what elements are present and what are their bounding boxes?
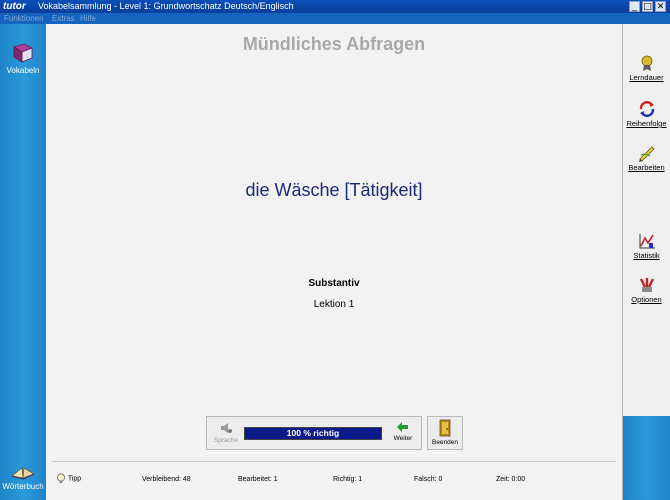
app-logo: tutor [3, 1, 26, 12]
toolbar-footer [623, 416, 670, 500]
minimize-button[interactable]: _ [629, 1, 640, 12]
status-edited: Bearbeitet: 1 [238, 476, 278, 483]
sidebar-item-label: Wörterbuch [2, 482, 44, 491]
toolbar-optionen[interactable]: Optionen [623, 276, 670, 304]
weiter-label: Weiter [393, 435, 413, 442]
page-title: Mündliches Abfragen [242, 34, 426, 54]
status-divider [52, 461, 616, 462]
book-icon [13, 43, 33, 63]
close-button[interactable]: ✕ [655, 1, 666, 12]
weiter-button[interactable]: Weiter [387, 421, 419, 442]
lightbulb-icon [57, 473, 65, 483]
beenden-label: Beenden [431, 439, 459, 446]
toolbar-label: Lerndauer [629, 73, 664, 82]
left-sidebar: Vokabeln Wörterbuch [0, 24, 46, 500]
word-type: Substantiv [308, 278, 360, 289]
cycle-arrows-icon [639, 101, 654, 117]
lesson-label: Lektion 1 [313, 299, 355, 310]
control-panel: Sprache 100 % richtig Weiter [206, 416, 422, 450]
chart-icon [639, 234, 655, 249]
maximize-button[interactable]: □ [642, 1, 653, 12]
arrow-left-icon [397, 422, 408, 432]
toolbar-bearbeiten[interactable]: Bearbeiten [623, 144, 670, 172]
title-bar: tutor Vokabelsammlung - Level 1: Grundwo… [0, 0, 670, 13]
window-title: Vokabelsammlung - Level 1: Grundwortscha… [38, 1, 294, 11]
toolbar-reihenfolge[interactable]: Reihenfolge [623, 100, 670, 128]
status-remaining: Verbleibend: 48 [142, 476, 191, 483]
menu-hilfe[interactable]: Hilfe [80, 13, 96, 24]
menu-extras[interactable]: Extras [52, 13, 75, 24]
window-controls: _ □ ✕ [629, 1, 666, 12]
sidebar-item-label: Vokabeln [6, 66, 40, 75]
sprache-button[interactable]: Sprache [211, 421, 241, 444]
pencil-icon [638, 146, 655, 162]
toolbar-label: Bearbeiten [628, 163, 665, 172]
toolbar-label: Optionen [631, 295, 662, 304]
main-panel: Mündliches Abfragen die Wäsche [Tätigkei… [46, 24, 622, 500]
open-book-icon [11, 467, 35, 480]
toolbar-label: Reihenfolge [626, 119, 667, 128]
toolbar-lerndauer[interactable]: Lerndauer [623, 54, 670, 82]
right-toolbar: Lerndauer Reihenfolge Bearbeiten Statist… [622, 24, 670, 500]
medal-icon [641, 55, 652, 71]
status-time: Zeit: 0:00 [496, 476, 526, 483]
toolbar-statistik[interactable]: Statistik [623, 232, 670, 260]
tip-button[interactable]: Tipp [56, 473, 81, 484]
menu-bar: Funktionen Extras Hilfe [0, 13, 670, 24]
tip-label: Tipp [67, 475, 82, 483]
toolbar-label: Statistik [633, 251, 660, 260]
sprache-label: Sprache [213, 437, 239, 444]
sidebar-item-woerterbuch[interactable]: Wörterbuch [0, 464, 46, 491]
status-correct: Richtig: 1 [333, 476, 363, 483]
progress-bar: 100 % richtig [244, 427, 382, 440]
door-icon [439, 419, 451, 437]
menu-funktionen[interactable]: Funktionen [4, 13, 44, 24]
status-wrong: Falsch: 0 [414, 476, 443, 483]
beenden-button[interactable]: Beenden [427, 416, 463, 450]
sidebar-item-vokabeln[interactable]: Vokabeln [0, 42, 46, 75]
speaker-icon [221, 423, 232, 433]
tools-icon [639, 278, 654, 292]
vocabulary-word: die Wäsche [Tätigkeit] [245, 180, 423, 200]
